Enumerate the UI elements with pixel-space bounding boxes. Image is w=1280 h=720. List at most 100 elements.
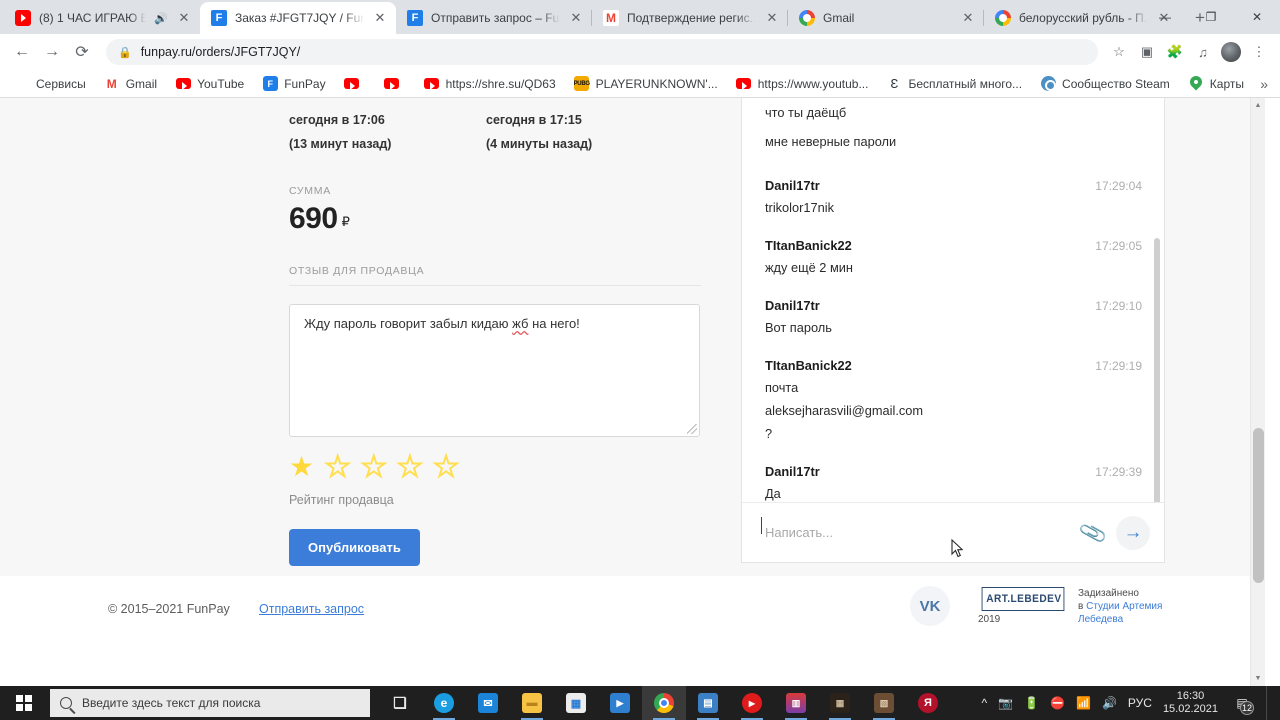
order-date-updated: сегодня в 17:15 (4 минуты назад) — [486, 108, 592, 156]
volume-icon[interactable]: 🔊 — [1102, 696, 1117, 710]
tab-close-button[interactable]: ✕ — [764, 10, 780, 26]
review-textarea[interactable]: Жду пароль говорит забыл кидаю жб на нег… — [289, 304, 700, 437]
no-entry-icon[interactable]: ⛔ — [1050, 696, 1065, 710]
bookmark-youtube-3[interactable] — [376, 73, 414, 95]
notification-center-icon[interactable]: ▤ 12 — [1229, 686, 1255, 720]
bookmark-epicgames[interactable]: Ɛ Бесплатный мн­ого... — [878, 73, 1030, 95]
rating-star-4[interactable]: ★ — [396, 452, 423, 482]
vk-icon[interactable]: VK — [910, 586, 950, 626]
order-details-column: сегодня в 17:06 (13 минут назад) сегодня… — [289, 98, 701, 566]
textarea-resize-handle[interactable] — [687, 424, 697, 434]
browser-tab-2[interactable]: F Отправить запрос – Fu... ✕ — [396, 2, 592, 34]
tab-mute-icon[interactable]: 🔊 — [154, 12, 168, 25]
clock[interactable]: 16:30 15.02.2021 — [1163, 690, 1218, 716]
chat-message-time: 17:29:05 — [1095, 239, 1142, 253]
bookmark-maps[interactable]: Карты — [1180, 73, 1252, 95]
bookmark-steam[interactable]: Сообщество Steam — [1032, 73, 1178, 95]
bookmark-youtube-2[interactable] — [336, 73, 374, 95]
tab-close-button[interactable]: ✕ — [960, 10, 976, 26]
browser-tab-1[interactable]: F Заказ #JFGT7JQY / Fun... ✕ — [200, 2, 396, 34]
youtube-app-icon[interactable]: ▶ — [730, 686, 774, 720]
bookmark-services[interactable]: Сервисы — [6, 73, 94, 95]
tab-close-button[interactable]: ✕ — [568, 10, 584, 26]
reload-button[interactable]: ⟳ — [68, 38, 96, 66]
profile-avatar[interactable] — [1218, 39, 1244, 65]
paperclip-icon[interactable]: 📎 — [1076, 516, 1109, 549]
file-explorer-icon[interactable]: ▬ — [510, 686, 554, 720]
browser-tab-0[interactable]: (8) 1 ЧАС ИГРАЮ В... 🔊 ✕ — [4, 2, 200, 34]
page-scrollbar[interactable]: ▲ ▼ — [1250, 98, 1265, 686]
scrollbar-thumb[interactable] — [1253, 428, 1264, 583]
bookmarks-overflow-button[interactable]: » — [1254, 76, 1274, 92]
apps-grid-icon — [14, 76, 30, 92]
page-viewport: сегодня в 17:06 (13 минут назад) сегодня… — [0, 98, 1280, 686]
bookmark-youtube-4[interactable]: https://www.youtub... — [728, 73, 877, 95]
chat-message-list[interactable]: что ты даёщб мне неверные пароли Danil17… — [742, 98, 1164, 502]
star-icon[interactable]: ☆ — [1106, 39, 1132, 65]
chat-message-author[interactable]: TItanBanick22 — [765, 238, 852, 253]
tab-title: (8) 1 ЧАС ИГРАЮ В... — [39, 11, 147, 25]
scroll-up-arrow[interactable]: ▲ — [1251, 98, 1265, 113]
maximize-button[interactable]: ❐ — [1188, 1, 1234, 33]
mouse-cursor — [951, 539, 963, 558]
publish-review-button[interactable]: Опубликовать — [289, 529, 420, 566]
chat-input[interactable]: Написать... — [761, 517, 1070, 540]
cast-icon[interactable]: ▣ — [1134, 39, 1160, 65]
bookmark-gmail[interactable]: M Gmail — [96, 73, 165, 95]
extensions-icon[interactable]: 🧩 — [1162, 39, 1188, 65]
tab-close-button[interactable]: ✕ — [372, 10, 388, 26]
rating-star-1[interactable]: ★ — [289, 453, 314, 481]
rating-star-3[interactable]: ★ — [360, 452, 387, 482]
minimize-button[interactable]: — — [1142, 1, 1188, 33]
tab-title: Gmail — [823, 11, 855, 25]
show-desktop-button[interactable] — [1266, 686, 1272, 720]
game-app-icon[interactable]: ▦ — [818, 686, 862, 720]
chat-message-author[interactable]: Danil17tr — [765, 298, 820, 313]
language-indicator[interactable]: РУС — [1128, 696, 1152, 710]
edge-icon[interactable]: e — [422, 686, 466, 720]
tray-expand-chevron-icon[interactable]: ^ — [982, 696, 988, 710]
rating-stars[interactable]: ★ ★ ★ ★ ★ — [289, 452, 701, 482]
back-button[interactable]: ← — [8, 38, 36, 66]
bookmark-shre-su[interactable]: https://shre.su/QD63 — [416, 73, 564, 95]
movies-tv-icon[interactable]: ▶ — [598, 686, 642, 720]
chat-message-author[interactable]: Danil17tr — [765, 464, 820, 479]
menu-icon[interactable]: ⋮ — [1246, 39, 1272, 65]
battery-icon[interactable]: 🔋 — [1024, 696, 1039, 710]
page-footer: © 2015–2021 FunPay Отправить запрос VK A… — [0, 576, 1265, 686]
rating-star-2[interactable]: ★ — [324, 452, 351, 482]
chat-message-author[interactable]: TItanBanick22 — [765, 358, 852, 373]
reading-list-icon[interactable]: ♫ — [1190, 39, 1216, 65]
mail-icon[interactable]: ✉ — [466, 686, 510, 720]
chat-scrollbar-thumb[interactable] — [1154, 238, 1160, 502]
yandex-icon[interactable]: Я — [906, 686, 950, 720]
chrome-icon[interactable] — [642, 686, 686, 720]
send-arrow-icon[interactable]: → — [1116, 515, 1150, 550]
funpay-icon: F — [407, 10, 423, 26]
powerpoint-icon[interactable]: ▤ — [686, 686, 730, 720]
taskbar-search-box[interactable]: Введите здесь текст для поиска — [50, 689, 370, 717]
bookmark-funpay[interactable]: F FunPay — [254, 73, 333, 95]
camera-icon[interactable]: 📷 — [998, 696, 1013, 710]
bookmark-pubg[interactable]: PUBG PLAYERUNKNOWN'... — [566, 73, 726, 95]
tab-close-button[interactable]: ✕ — [176, 10, 192, 26]
start-button[interactable] — [0, 686, 48, 720]
address-bar[interactable]: 🔒 funpay.ru/orders/JFGT7JQY/ — [106, 39, 1098, 65]
wifi-icon[interactable]: 📶 — [1076, 696, 1091, 710]
winrar-icon[interactable]: ▥ — [774, 686, 818, 720]
rating-star-5[interactable]: ★ — [432, 452, 459, 482]
task-view-icon[interactable]: ❏ — [378, 686, 422, 720]
windows-logo-icon — [16, 695, 32, 711]
lebedev-studio-link[interactable]: Студии Артемия Лебедева — [1078, 601, 1162, 625]
game2-app-icon[interactable]: ▧ — [862, 686, 906, 720]
scroll-down-arrow[interactable]: ▼ — [1251, 671, 1265, 686]
browser-tab-3[interactable]: M Подтверждение регис... ✕ — [591, 2, 788, 34]
order-date-created: сегодня в 17:06 (13 минут назад) — [289, 108, 486, 156]
support-request-link[interactable]: Отправить запрос — [259, 602, 364, 616]
forward-button[interactable]: → — [38, 38, 66, 66]
bookmark-youtube[interactable]: YouTube — [167, 73, 252, 95]
browser-tab-4[interactable]: Gmail ✕ — [787, 2, 984, 34]
microsoft-store-icon[interactable]: ▦ — [554, 686, 598, 720]
close-window-button[interactable]: ✕ — [1234, 1, 1280, 33]
chat-message-author[interactable]: Danil17tr — [765, 178, 820, 193]
